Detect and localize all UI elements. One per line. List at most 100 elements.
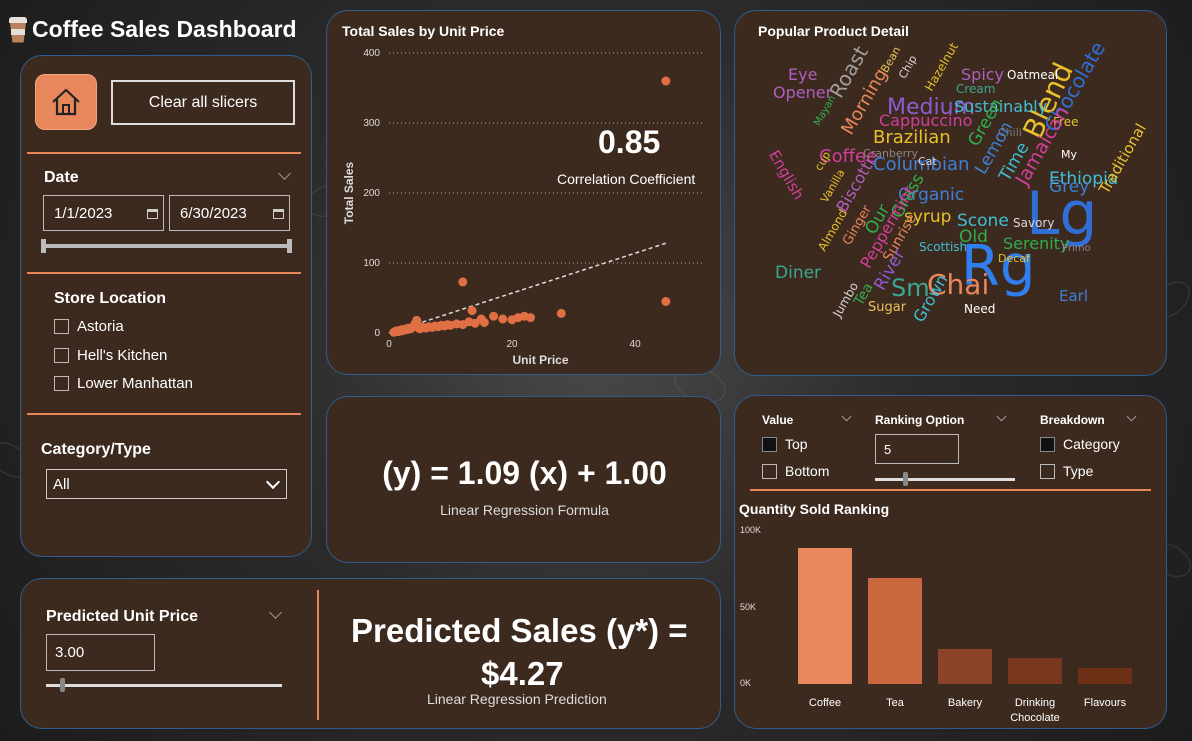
wordcloud-word: cup [812, 149, 834, 173]
predicted-unit-price-label: Predicted Unit Price [46, 608, 199, 625]
scatter-point [489, 311, 499, 321]
wordcloud-word: Opener [773, 83, 833, 102]
y-tick-label: 300 [363, 118, 380, 129]
scatter-point [661, 76, 671, 86]
chevron-down-icon[interactable] [278, 167, 291, 180]
wordcloud-word: Eye [788, 65, 818, 84]
store-option-label: Hell's Kitchen [77, 347, 168, 364]
store-option-lower-manhattan[interactable]: Lower Manhattan [54, 375, 193, 392]
regression-formula-label: Linear Regression Formula [440, 502, 609, 518]
wordcloud-word: Hazelnut [922, 40, 961, 94]
wordcloud-word: Chip [896, 53, 920, 81]
start-date-value: 1/1/2023 [54, 204, 113, 222]
chevron-down-icon[interactable] [265, 474, 281, 490]
wordcloud-word: Brazilian [873, 127, 951, 148]
wordcloud-panel: Popular Product Detail Lg Rg Blend Chai Sm Me… [734, 10, 1167, 376]
chevron-down-icon[interactable] [269, 606, 282, 619]
category-selected-value: All [53, 475, 70, 493]
bar[interactable] [1078, 667, 1132, 684]
calendar-icon[interactable] [273, 209, 284, 219]
start-date-input[interactable]: 1/1/2023 [43, 195, 164, 231]
store-option-label: Astoria [77, 318, 124, 335]
end-date-value: 6/30/2023 [180, 204, 247, 222]
wordcloud-word: Traditional [1095, 120, 1150, 197]
scatter-point [467, 306, 477, 316]
wordcloud-word: Oatmeal [1007, 68, 1059, 82]
unit-price-slider-thumb[interactable] [60, 678, 66, 692]
dashboard-title-text: Coffee Sales Dashboard [32, 16, 297, 42]
wordcloud-word: Savory [1013, 216, 1055, 230]
calendar-icon[interactable] [147, 209, 158, 219]
bar-label: Drinking Chocolate [1010, 697, 1060, 724]
scatter-panel: Total Sales by Unit Price 0 100 200 300 400 0… [326, 10, 721, 375]
bar-label: Coffee [808, 697, 842, 709]
wordcloud-word: Earl [1059, 287, 1089, 305]
wordcloud-word: Need [964, 302, 996, 316]
bar[interactable] [938, 648, 992, 684]
wordcloud-word: Cranberry [863, 147, 919, 160]
bar[interactable] [868, 578, 922, 684]
coffee-cup-icon [8, 16, 28, 43]
scatter-point [479, 318, 489, 327]
date-range-start-handle[interactable] [41, 239, 46, 253]
prediction-label: Linear Regression Prediction [427, 691, 607, 707]
store-option-label: Lower Manhattan [77, 375, 193, 392]
wordcloud-word: Decaf [998, 252, 1030, 265]
wordcloud-word: Almond [815, 206, 851, 254]
x-tick-label: 40 [630, 339, 642, 350]
store-option-astoria[interactable]: Astoria [54, 318, 124, 335]
scatter-point [498, 314, 508, 324]
unit-price-slider[interactable] [46, 684, 282, 687]
wordcloud-word: Grey [1049, 177, 1090, 197]
clear-all-slicers-button[interactable]: Clear all slicers [111, 80, 295, 125]
home-button[interactable] [35, 74, 97, 130]
category-type-label: Category/Type [41, 441, 151, 458]
wordcloud-word: English [765, 147, 808, 203]
bar[interactable] [1008, 657, 1062, 684]
wordcloud-word: Diner [775, 263, 822, 283]
wordcloud-word: Scottish [919, 240, 968, 254]
wordcloud-word: Cream [956, 82, 996, 96]
filter-divider [27, 152, 301, 154]
checkbox[interactable] [54, 319, 69, 334]
scatter-point [458, 277, 468, 287]
filter-divider [27, 413, 301, 415]
filter-panel: Clear all slicers Date 1/1/2023 6/30/202… [20, 55, 312, 557]
category-type-dropdown[interactable]: All [46, 469, 287, 499]
checkbox[interactable] [54, 376, 69, 391]
ranking-panel: Value Top Bottom Ranking Option 5 Breakd… [734, 395, 1167, 729]
wordcloud-word: My [1061, 148, 1078, 161]
y-tick-label: 0 [374, 328, 380, 339]
quantity-sold-bar-chart: 0K 50K 100K Coffee Tea Bakery Drinking Chocola… [735, 396, 1168, 730]
y-tick-label: 100K [740, 525, 762, 535]
bar-label: Bakery [947, 697, 983, 709]
date-range-end-handle[interactable] [287, 239, 292, 253]
scatter-point [526, 313, 535, 323]
predicted-unit-price-value: 3.00 [55, 644, 85, 661]
y-tick-label: 50K [740, 601, 757, 612]
home-icon [52, 88, 80, 116]
wordcloud-word: Primo [1062, 243, 1091, 254]
prediction-divider [317, 590, 319, 720]
scatter-point [556, 308, 566, 318]
checkbox[interactable] [54, 348, 69, 363]
bar-label: Tea [886, 697, 904, 709]
store-option-hells-kitchen[interactable]: Hell's Kitchen [54, 347, 167, 364]
scatter-point [661, 297, 671, 306]
prediction-panel: Predicted Unit Price 3.00 Predicted Sale… [20, 578, 721, 729]
wordcloud: Lg Rg Blend Chai Sm Medium Roast Eye Opener Bean C… [735, 11, 1168, 377]
x-axis-label: Unit Price [512, 353, 568, 367]
wordcloud-word: Spicy [961, 65, 1005, 84]
y-tick-label: 200 [363, 188, 380, 199]
regression-formula-panel: (y) = 1.09 (x) + 1.00 Linear Regression … [326, 396, 721, 563]
date-slicer-label: Date [44, 169, 79, 186]
date-range-slider[interactable] [43, 244, 291, 248]
wordcloud-word: Serenity [1003, 234, 1070, 253]
dashboard-title: Coffee Sales Dashboard [8, 16, 297, 43]
x-tick-label: 20 [506, 339, 518, 350]
y-tick-label: 0K [740, 678, 752, 688]
y-tick-label: 100 [363, 258, 380, 269]
end-date-input[interactable]: 6/30/2023 [169, 195, 290, 231]
bar[interactable] [798, 547, 852, 684]
predicted-unit-price-input[interactable]: 3.00 [46, 634, 155, 671]
